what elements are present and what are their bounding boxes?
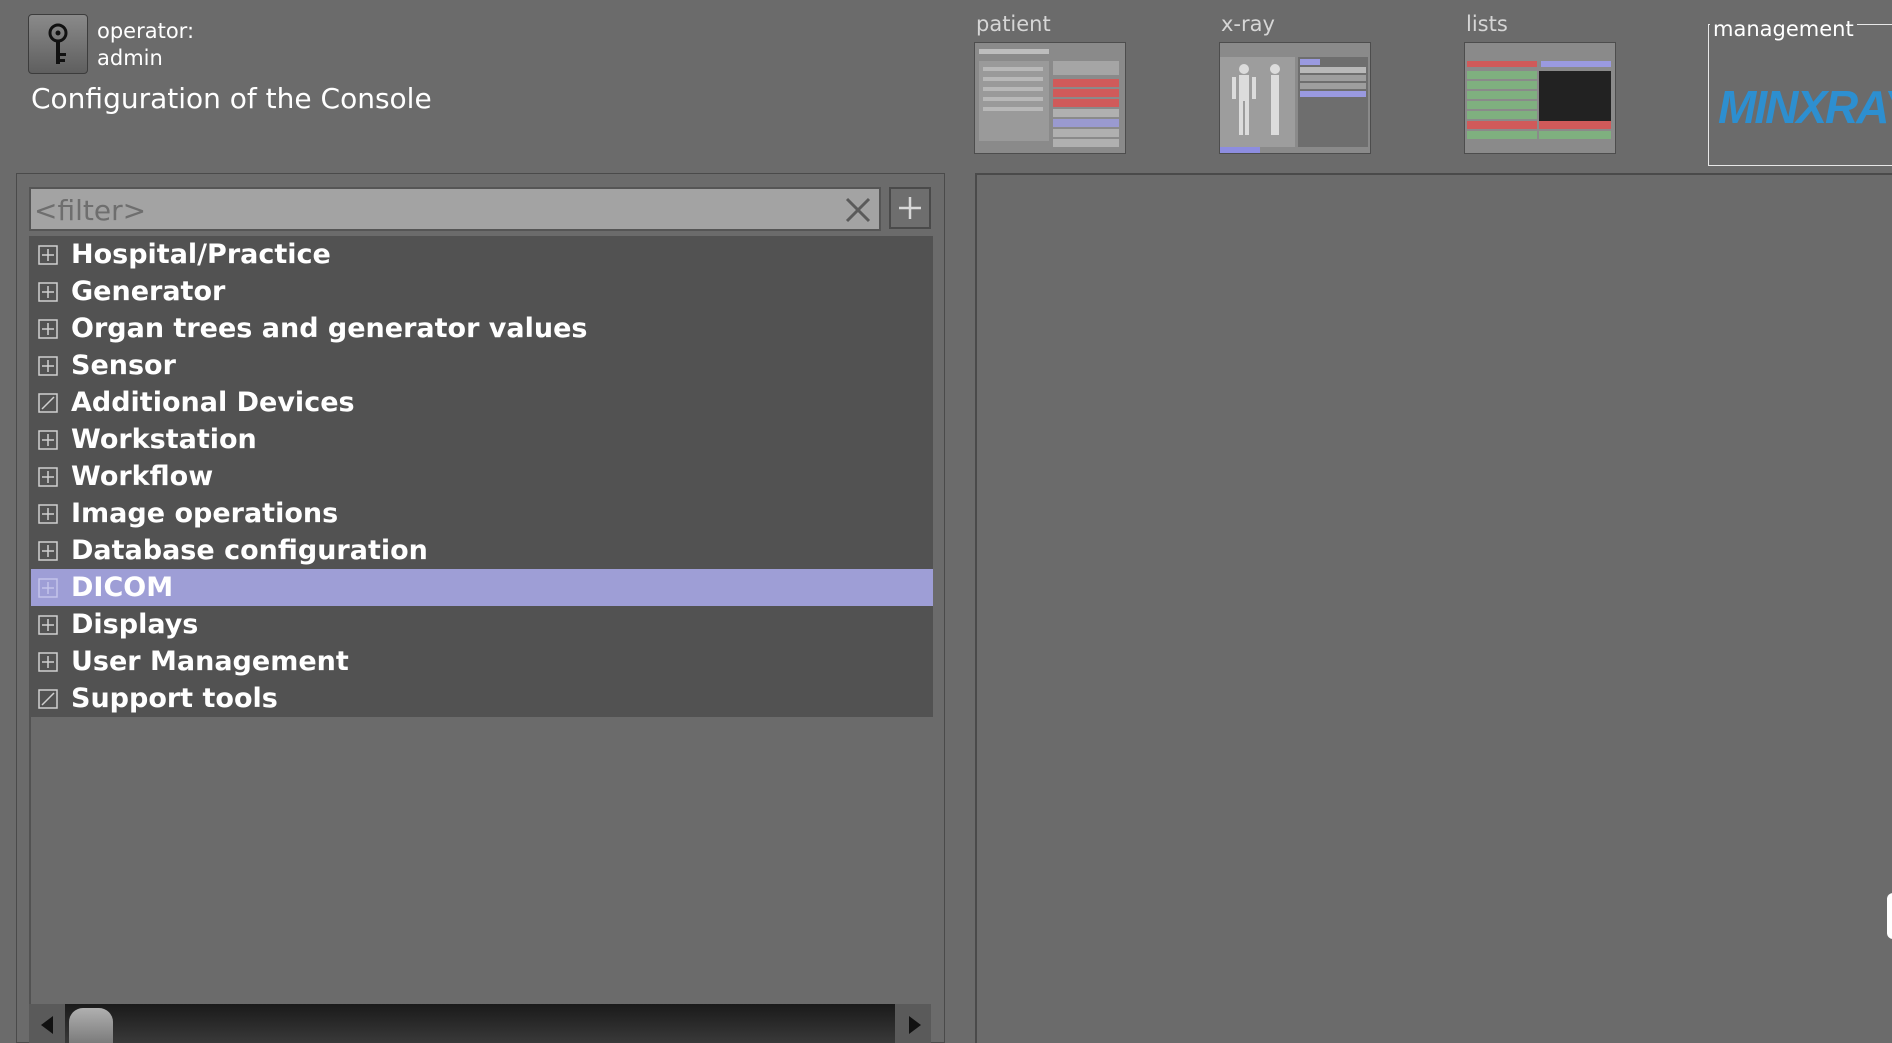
key-icon <box>48 23 68 64</box>
tree-item-label: Image operations <box>71 498 339 529</box>
operator-key-button[interactable] <box>28 14 88 74</box>
expand-plus-icon[interactable] <box>38 282 58 302</box>
expand-plus-icon[interactable] <box>38 245 58 265</box>
tree-item-label: Hospital/Practice <box>71 239 331 270</box>
operator-name: admin <box>97 46 163 70</box>
tree-item[interactable]: Hospital/Practice <box>31 236 933 273</box>
tree-item-label: Displays <box>71 609 199 640</box>
configuration-tree-panel: Hospital/Practice Generator Organ trees an… <box>16 173 945 1043</box>
tab-lists[interactable]: lists <box>1464 10 1624 160</box>
tree-item-label: Workstation <box>71 424 257 455</box>
tree-item[interactable]: Sensor <box>31 347 933 384</box>
expand-plus-icon[interactable] <box>38 504 58 524</box>
console-configuration-screen: operator: admin Configuration of the Con… <box>0 0 1892 1043</box>
tree-list: Hospital/Practice Generator Organ trees an… <box>31 236 933 717</box>
tab-patient-label: patient <box>976 12 1051 36</box>
tree-item[interactable]: Database configuration <box>31 532 933 569</box>
filter-field <box>29 187 881 231</box>
tree-item-label: Generator <box>71 276 226 307</box>
tree-item-label: Support tools <box>71 683 278 714</box>
tree-item-label: User Management <box>71 646 349 677</box>
tree-item-label: DICOM <box>71 572 174 603</box>
tree-item-label: Database configuration <box>71 535 428 566</box>
tree-item[interactable]: Workstation <box>31 421 933 458</box>
leaf-node-icon <box>38 689 58 709</box>
tree-item-label: Sensor <box>71 350 176 381</box>
expand-plus-icon[interactable] <box>38 356 58 376</box>
expand-plus-icon[interactable] <box>38 615 58 635</box>
scroll-left-button[interactable] <box>29 1004 65 1043</box>
tree-view: Hospital/Practice Generator Organ trees an… <box>29 236 933 1006</box>
add-button[interactable] <box>889 187 931 229</box>
tree-item[interactable]: User Management <box>31 643 933 680</box>
expand-plus-icon[interactable] <box>38 467 58 487</box>
arrow-left-icon <box>41 1016 53 1034</box>
plus-icon <box>899 197 921 219</box>
expand-plus-icon[interactable] <box>38 541 58 561</box>
tab-management[interactable]: management MINXRAY <box>1708 10 1892 166</box>
tree-item[interactable]: Displays <box>31 606 933 643</box>
operator-info: operator: admin <box>97 18 194 72</box>
tree-item[interactable]: Support tools <box>31 680 933 717</box>
tab-patient[interactable]: patient <box>974 10 1134 160</box>
tab-x-ray-label: x-ray <box>1221 12 1275 36</box>
tab-x-ray[interactable]: x-ray <box>1219 10 1379 160</box>
filter-input[interactable] <box>31 189 836 231</box>
tree-item-label: Workflow <box>71 461 214 492</box>
expand-plus-icon[interactable] <box>38 578 58 598</box>
tree-item[interactable]: Image operations <box>31 495 933 532</box>
operator-label: operator: <box>97 19 195 43</box>
tree-item[interactable]: Workflow <box>31 458 933 495</box>
configuration-detail-panel <box>975 173 1892 1043</box>
tree-item[interactable]: Additional Devices <box>31 384 933 421</box>
scrollbar-thumb[interactable] <box>69 1008 113 1043</box>
arrow-right-icon <box>909 1016 921 1034</box>
x-ray-thumbnail <box>1219 42 1371 154</box>
expand-plus-icon[interactable] <box>38 652 58 672</box>
clear-filter-icon[interactable] <box>845 197 871 223</box>
tree-item-label: Organ trees and generator values <box>71 313 588 344</box>
tree-item[interactable]: DICOM <box>31 569 933 606</box>
tree-item[interactable]: Generator <box>31 273 933 310</box>
patient-thumbnail <box>974 42 1126 154</box>
minxray-logo: MINXRAY <box>1718 81 1892 133</box>
side-panel-handle[interactable] <box>1887 893 1892 939</box>
tree-item[interactable]: Organ trees and generator values <box>31 310 933 347</box>
scroll-right-button[interactable] <box>895 1004 931 1043</box>
tree-item-label: Additional Devices <box>71 387 355 418</box>
page-title: Configuration of the Console <box>31 82 432 115</box>
horizontal-scrollbar[interactable] <box>29 1004 931 1043</box>
lists-thumbnail <box>1464 42 1616 154</box>
expand-plus-icon[interactable] <box>38 319 58 339</box>
expand-plus-icon[interactable] <box>38 430 58 450</box>
tab-lists-label: lists <box>1466 12 1508 36</box>
tab-management-label: management <box>1710 16 1857 42</box>
leaf-node-icon <box>38 393 58 413</box>
